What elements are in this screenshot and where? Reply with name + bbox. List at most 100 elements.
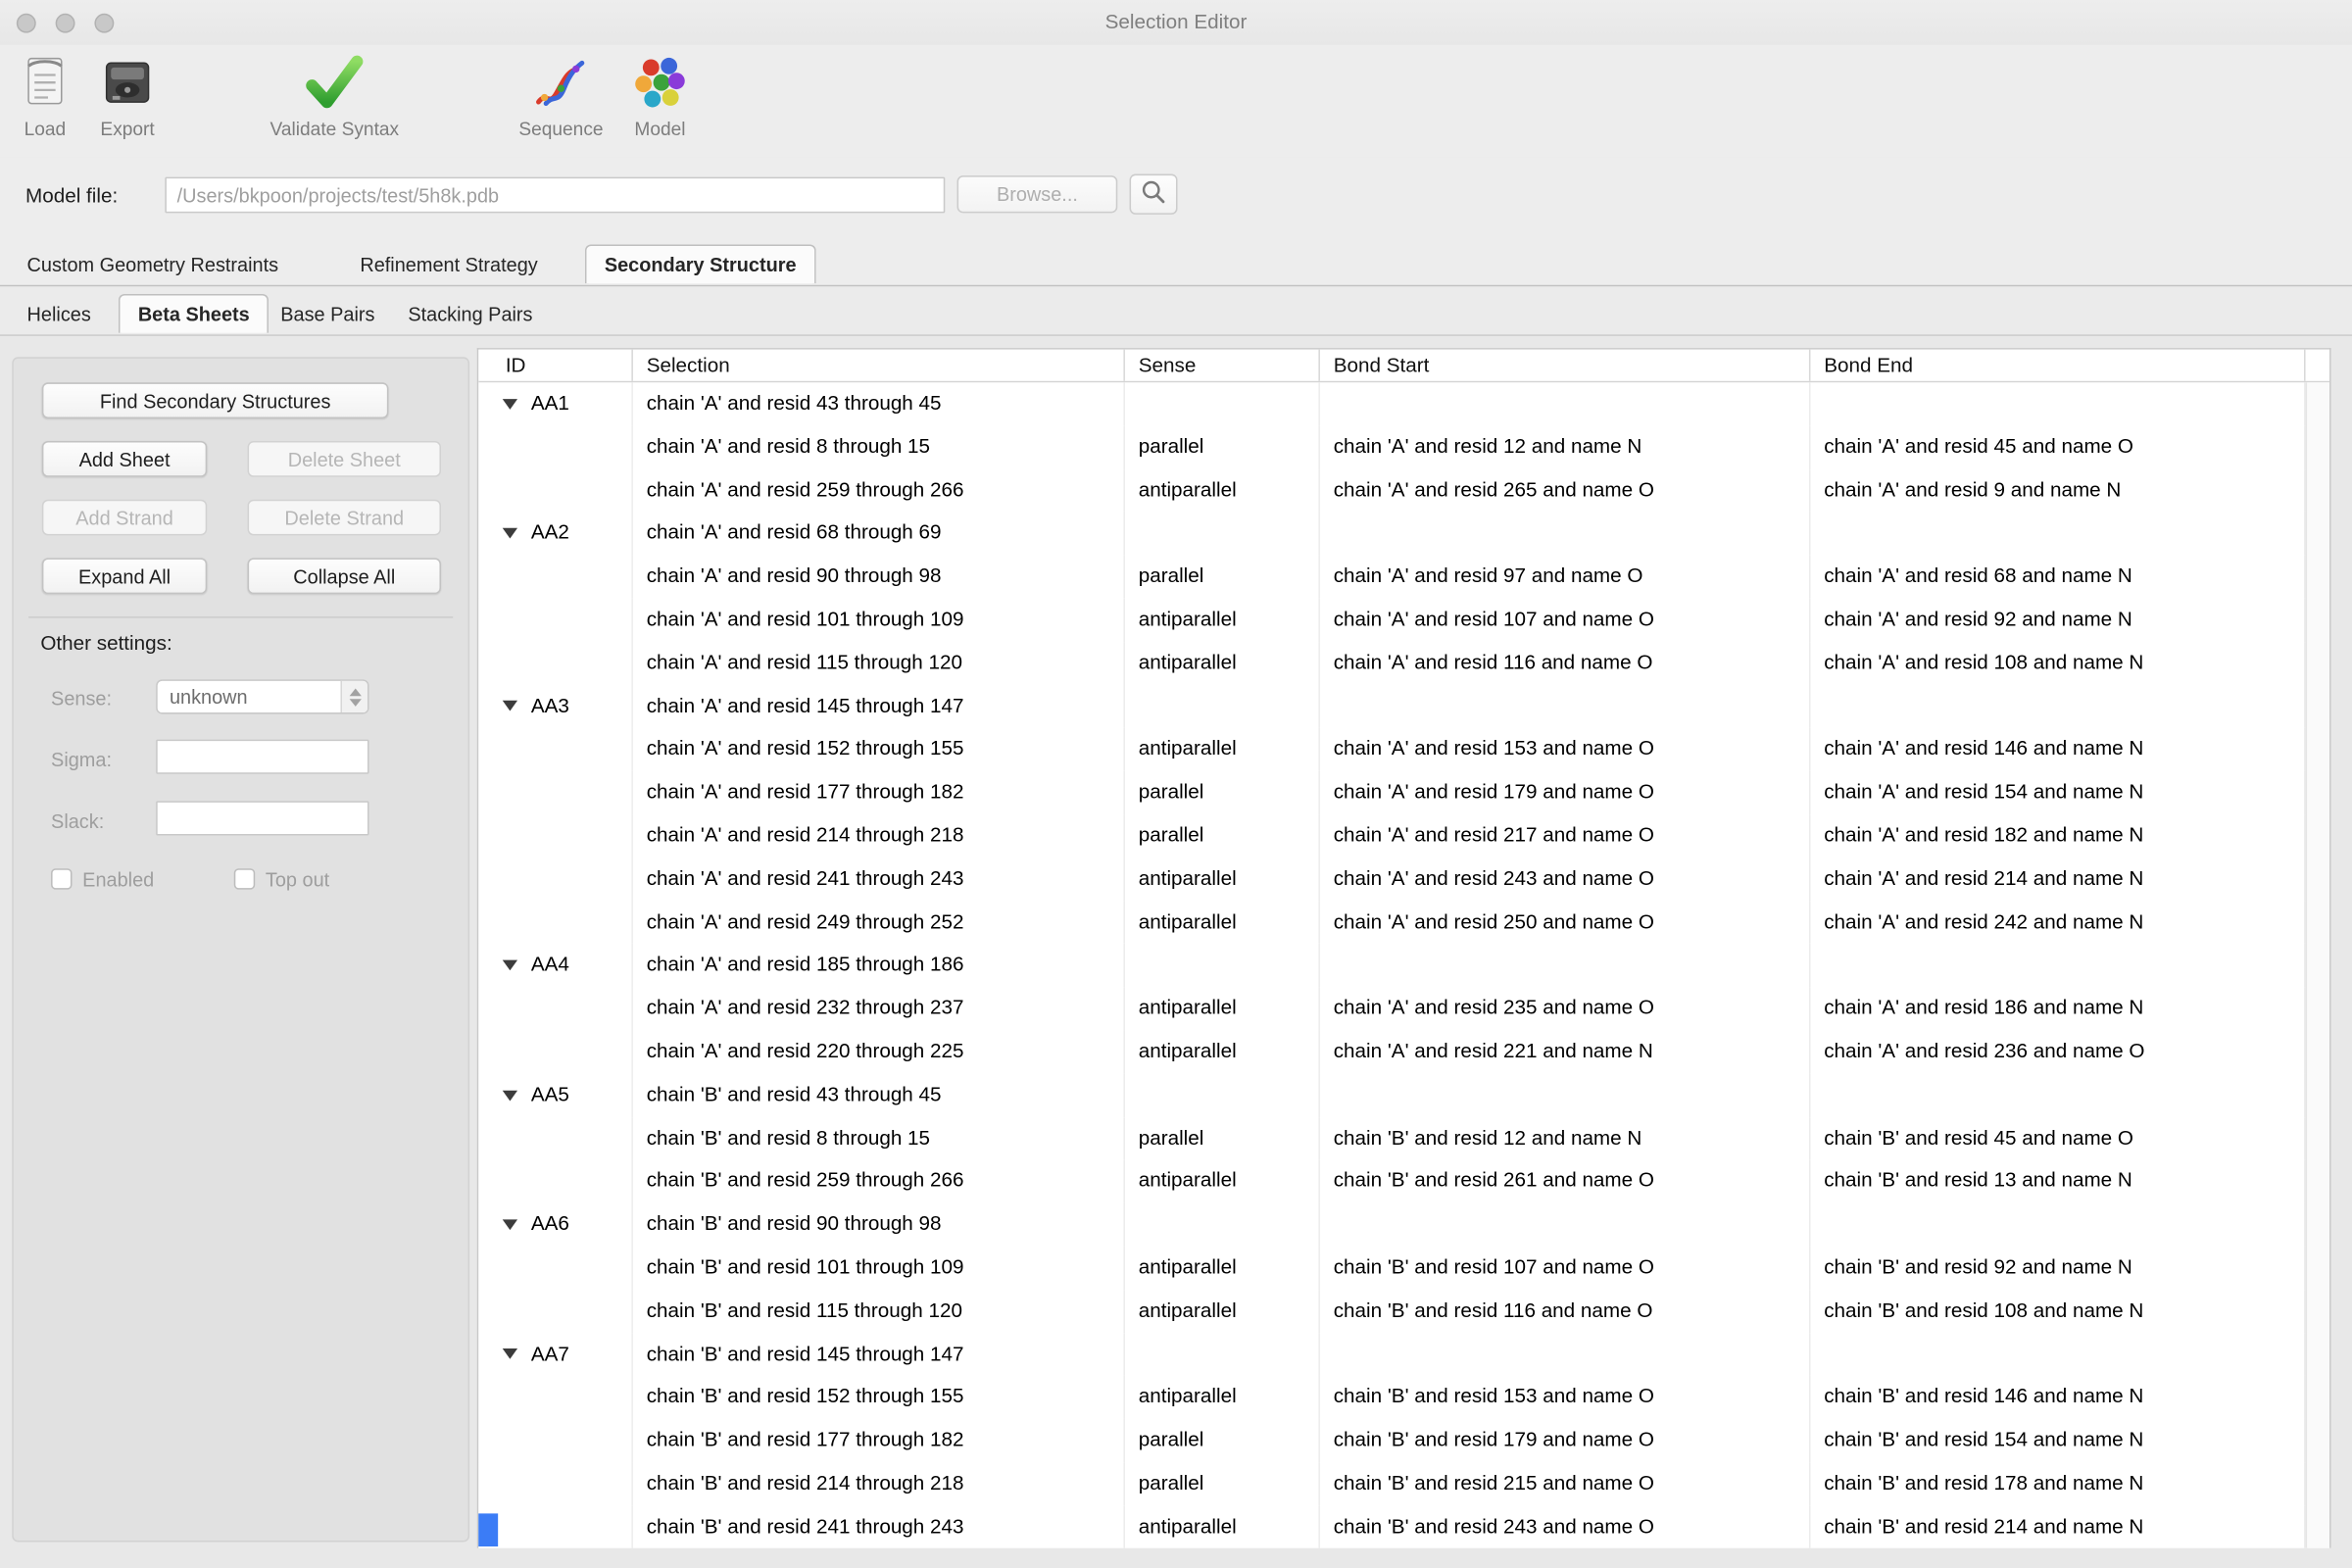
vertical-scrollbar[interactable] (2306, 382, 2329, 1547)
table-row[interactable]: AA1chain 'A' and resid 43 through 45 (478, 382, 2329, 425)
toolbar-button-validate-syntax[interactable]: Validate Syntax (255, 51, 414, 139)
table-row[interactable]: chain 'B' and resid 8 through 15parallel… (478, 1117, 2329, 1160)
cell-selection: chain 'B' and resid 145 through 147 (633, 1333, 1125, 1376)
slack-input[interactable] (156, 801, 368, 835)
sidebar-panel: Find Secondary Structures Add Sheet Dele… (12, 357, 469, 1542)
cell-id (478, 987, 633, 1030)
other-settings-heading: Other settings: (40, 631, 172, 654)
table-row[interactable]: chain 'A' and resid 152 through 155antip… (478, 728, 2329, 771)
tab-base-pairs[interactable]: Base Pairs (266, 296, 390, 333)
delete-strand-button[interactable]: Delete Strand (248, 500, 441, 536)
collapse-all-button[interactable]: Collapse All (248, 558, 441, 594)
column-header-id[interactable]: ID (478, 350, 633, 381)
add-strand-button[interactable]: Add Strand (42, 500, 207, 536)
cell-bond-end (1810, 685, 2305, 728)
cell-bond-start (1320, 382, 1811, 425)
table-row[interactable]: chain 'B' and resid 177 through 182paral… (478, 1419, 2329, 1462)
table-row[interactable]: AA5chain 'B' and resid 43 through 45 (478, 1074, 2329, 1117)
tab-secondary-structure[interactable]: Secondary Structure (585, 244, 816, 283)
enabled-checkbox[interactable] (51, 868, 72, 889)
toolbar: Load Export (0, 45, 2352, 158)
column-header-bond-end[interactable]: Bond End (1810, 350, 2305, 381)
table-row[interactable]: chain 'A' and resid 241 through 243antip… (478, 858, 2329, 901)
table-row[interactable]: AA3chain 'A' and resid 145 through 147 (478, 685, 2329, 728)
table-row[interactable]: chain 'A' and resid 232 through 237antip… (478, 987, 2329, 1030)
sheet-id-text: AA4 (531, 944, 569, 987)
column-header-bond-start[interactable]: Bond Start (1320, 350, 1811, 381)
model-cluster-icon (618, 51, 703, 114)
sidebar-divider (28, 616, 453, 618)
table-row[interactable]: chain 'A' and resid 115 through 120antip… (478, 642, 2329, 685)
cell-sense (1125, 1333, 1320, 1376)
cell-selection: chain 'A' and resid 177 through 182 (633, 771, 1125, 814)
column-header-selection[interactable]: Selection (633, 350, 1125, 381)
tab-custom-geometry-restraints[interactable]: Custom Geometry Restraints (12, 246, 293, 283)
disclosure-triangle-icon[interactable] (503, 528, 517, 539)
toolbar-button-sequence[interactable]: Sequence (501, 51, 620, 139)
tab-helices[interactable]: Helices (12, 296, 106, 333)
add-sheet-button[interactable]: Add Sheet (42, 441, 207, 477)
table-row[interactable]: chain 'A' and resid 101 through 109antip… (478, 599, 2329, 642)
disclosure-triangle-icon[interactable] (503, 1219, 517, 1230)
disclosure-triangle-icon[interactable] (503, 1090, 517, 1101)
browse-button[interactable]: Browse... (957, 175, 1118, 213)
table-row[interactable]: chain 'B' and resid 115 through 120antip… (478, 1290, 2329, 1333)
toolbar-button-model[interactable]: Model (618, 51, 703, 139)
table-row[interactable]: chain 'A' and resid 214 through 218paral… (478, 814, 2329, 858)
cell-sense (1125, 1203, 1320, 1247)
sense-dropdown[interactable]: unknown (156, 679, 368, 713)
search-model-button[interactable] (1130, 174, 1178, 215)
table-body: AA1chain 'A' and resid 43 through 45chai… (478, 382, 2329, 1547)
toolbar-label: Load (9, 119, 80, 139)
cell-sense: antiparallel (1125, 468, 1320, 512)
cell-bond-start: chain 'A' and resid 250 and name O (1320, 901, 1811, 944)
table-row[interactable]: AA6chain 'B' and resid 90 through 98 (478, 1203, 2329, 1247)
model-file-input[interactable] (165, 177, 945, 214)
cell-bond-end (1810, 1203, 2305, 1247)
table-row[interactable]: chain 'B' and resid 214 through 218paral… (478, 1462, 2329, 1505)
cell-id: AA6 (478, 1203, 633, 1247)
table-row[interactable]: chain 'A' and resid 249 through 252antip… (478, 901, 2329, 944)
cell-id (478, 1462, 633, 1505)
sheet-id-text: AA3 (531, 685, 569, 728)
table-row[interactable]: chain 'A' and resid 259 through 266antip… (478, 468, 2329, 512)
table-row[interactable]: chain 'B' and resid 101 through 109antip… (478, 1247, 2329, 1290)
table-row[interactable]: chain 'A' and resid 90 through 98paralle… (478, 556, 2329, 599)
disclosure-triangle-icon[interactable] (503, 1349, 517, 1360)
sigma-input[interactable] (156, 740, 368, 774)
tab-stacking-pairs[interactable]: Stacking Pairs (393, 296, 548, 333)
cell-selection: chain 'B' and resid 259 through 266 (633, 1160, 1125, 1203)
column-header-sense[interactable]: Sense (1125, 350, 1320, 381)
table-row[interactable]: AA7chain 'B' and resid 145 through 147 (478, 1333, 2329, 1376)
toolbar-button-export[interactable]: Export (87, 51, 169, 139)
disclosure-triangle-icon[interactable] (503, 702, 517, 712)
cell-bond-start: chain 'A' and resid 116 and name O (1320, 642, 1811, 685)
tab-refinement-strategy[interactable]: Refinement Strategy (345, 246, 553, 283)
table-row[interactable]: chain 'A' and resid 8 through 15parallel… (478, 425, 2329, 468)
cell-bond-start (1320, 513, 1811, 556)
cell-bond-end: chain 'A' and resid 154 and name N (1810, 771, 2305, 814)
table-row[interactable]: chain 'B' and resid 152 through 155antip… (478, 1376, 2329, 1419)
cell-id (478, 858, 633, 901)
cell-sense: parallel (1125, 425, 1320, 468)
cell-selection: chain 'B' and resid 8 through 15 (633, 1117, 1125, 1160)
table-row[interactable]: chain 'B' and resid 259 through 266antip… (478, 1160, 2329, 1203)
cell-sense (1125, 382, 1320, 425)
delete-sheet-button[interactable]: Delete Sheet (248, 441, 441, 477)
cell-selection: chain 'A' and resid 241 through 243 (633, 858, 1125, 901)
expand-all-button[interactable]: Expand All (42, 558, 207, 594)
top-out-checkbox[interactable] (234, 868, 255, 889)
disclosure-triangle-icon[interactable] (503, 960, 517, 971)
table-row[interactable]: chain 'A' and resid 177 through 182paral… (478, 771, 2329, 814)
toolbar-button-load[interactable]: Load (9, 51, 80, 139)
table-row[interactable]: AA4chain 'A' and resid 185 through 186 (478, 944, 2329, 987)
tab-beta-sheets[interactable]: Beta Sheets (119, 294, 270, 333)
stepper-arrows-icon (340, 681, 368, 712)
cell-id: AA3 (478, 685, 633, 728)
table-row[interactable]: chain 'A' and resid 220 through 225antip… (478, 1030, 2329, 1073)
table-row[interactable]: chain 'B' and resid 241 through 243antip… (478, 1505, 2329, 1547)
disclosure-triangle-icon[interactable] (503, 399, 517, 410)
cell-selection: chain 'A' and resid 152 through 155 (633, 728, 1125, 771)
table-row[interactable]: AA2chain 'A' and resid 68 through 69 (478, 513, 2329, 556)
find-secondary-structures-button[interactable]: Find Secondary Structures (42, 382, 389, 418)
